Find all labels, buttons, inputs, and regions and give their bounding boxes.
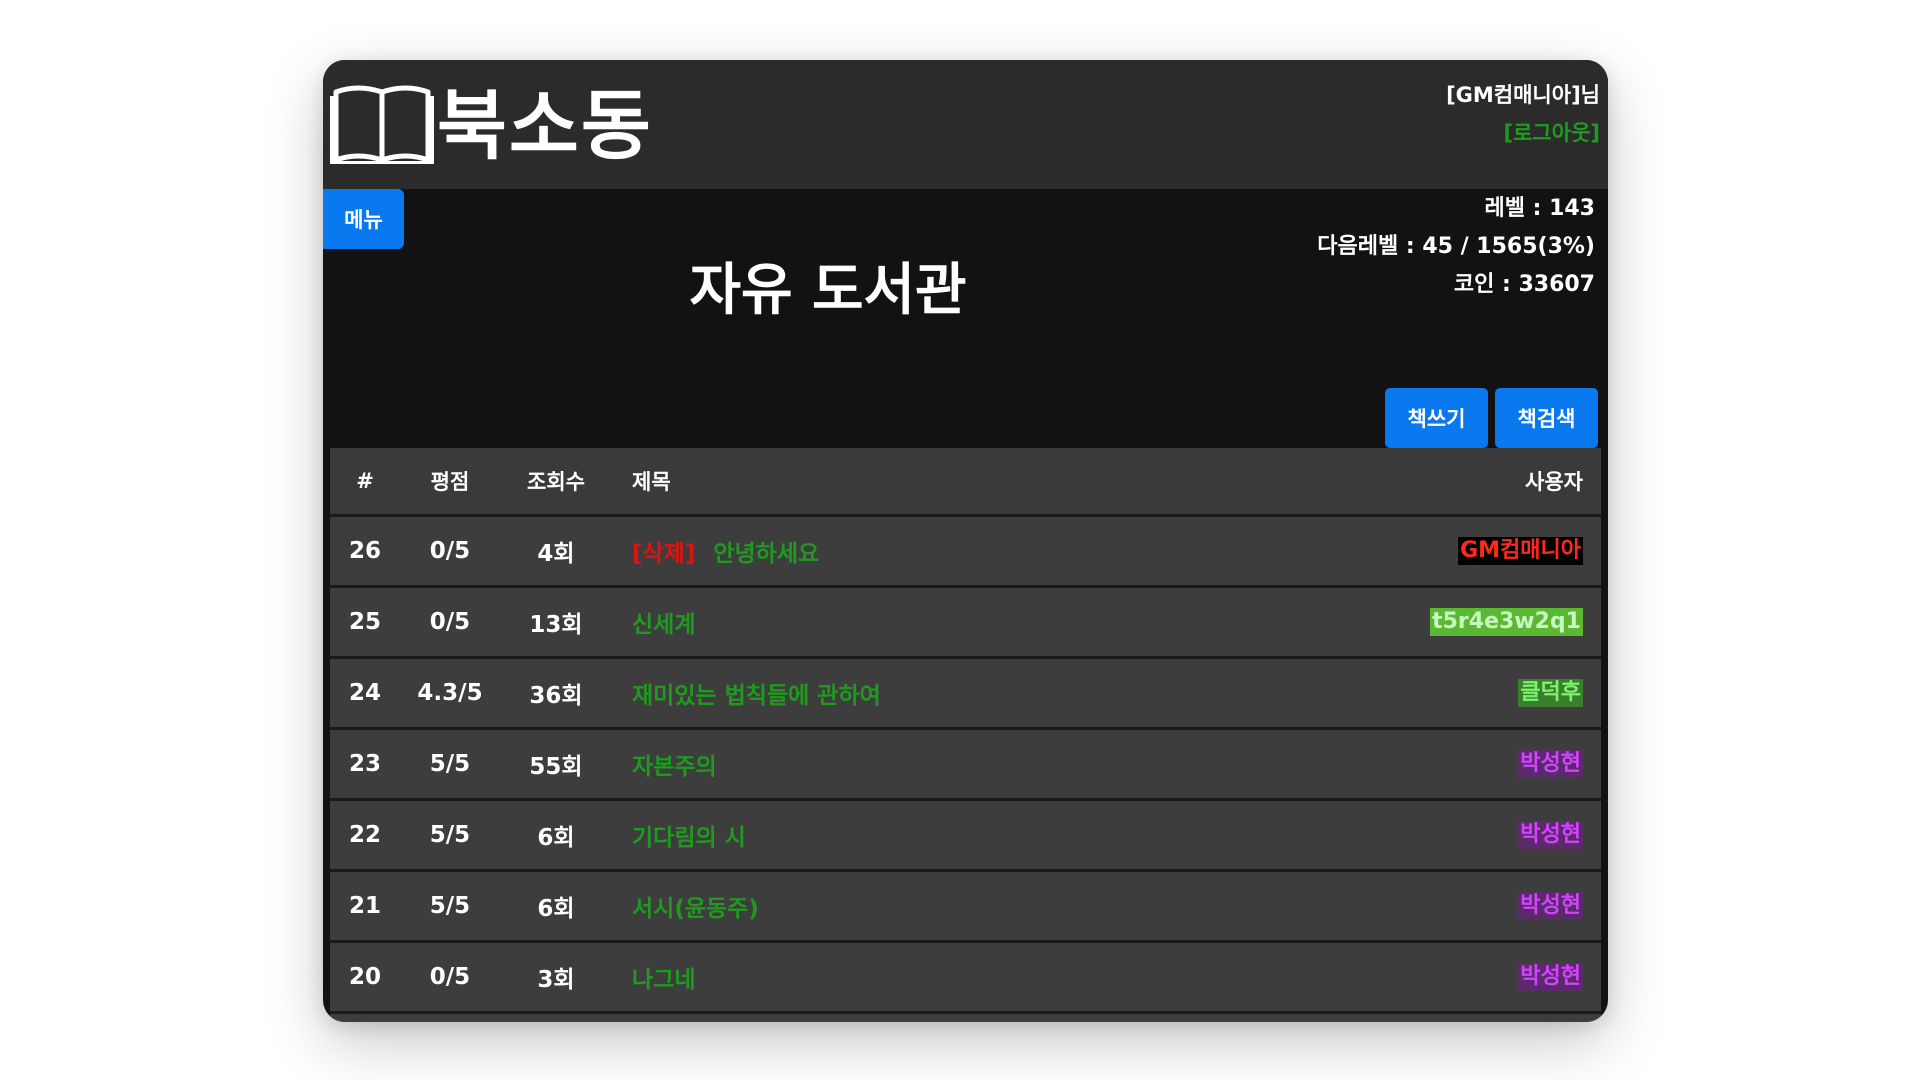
user-badge[interactable]: 클덕후 bbox=[1518, 679, 1583, 707]
row-rating: 0/5 bbox=[429, 964, 471, 990]
row-title[interactable]: 기다림의 시 bbox=[632, 801, 1332, 869]
row-rating: 5/5 bbox=[429, 822, 471, 848]
row-rating: 0/5 bbox=[429, 609, 471, 635]
level-stat: 레벨 : 143 bbox=[1484, 196, 1595, 221]
row-title-text[interactable]: 기다림의 시 bbox=[632, 818, 746, 852]
app-window: 북소동 [GM컴매니아]님 [로그아웃] 메뉴 레벨 : 143 다음레벨 : … bbox=[323, 60, 1608, 1022]
table-row[interactable]: 26 0/5 4회 [삭제] 안녕하세요 GM컴매니아 bbox=[330, 517, 1601, 588]
user-badge[interactable]: 박성현 bbox=[1518, 892, 1583, 920]
row-title[interactable]: 자본주의 bbox=[632, 730, 1332, 798]
row-views: 13회 bbox=[529, 612, 583, 638]
row-views: 4회 bbox=[537, 541, 575, 567]
row-title[interactable]: 신세계 bbox=[632, 588, 1332, 656]
row-rating: 5/5 bbox=[429, 893, 471, 919]
row-number: 22 bbox=[348, 822, 381, 848]
table-row[interactable]: 20 0/5 3회 나그네 박성현 bbox=[330, 943, 1601, 1014]
open-book-icon[interactable] bbox=[330, 82, 434, 164]
next-level-stat: 다음레벨 : 45 / 1565(3%) bbox=[1317, 234, 1595, 259]
write-book-button[interactable]: 책쓰기 bbox=[1385, 388, 1488, 448]
row-title[interactable]: 재미있는 법칙들에 관하여 bbox=[632, 659, 1332, 727]
row-user[interactable]: GM컴매니아 bbox=[1458, 517, 1583, 585]
brand-name[interactable]: 북소동 bbox=[437, 78, 653, 174]
menu-button[interactable]: 메뉴 bbox=[323, 189, 404, 249]
row-title-text[interactable]: 서시(윤동주) bbox=[632, 889, 759, 923]
user-badge[interactable]: 박성현 bbox=[1518, 821, 1583, 849]
table-row[interactable]: 25 0/5 13회 신세계 t5r4e3w2q1 bbox=[330, 588, 1601, 659]
column-header-rating: 평점 bbox=[430, 470, 470, 494]
column-header-title: 제목 bbox=[632, 470, 671, 494]
column-header-views: 조회수 bbox=[527, 470, 585, 494]
row-title-text[interactable]: 안녕하세요 bbox=[713, 534, 819, 568]
row-views: 36회 bbox=[529, 683, 583, 709]
row-user[interactable]: 클덕후 bbox=[1518, 659, 1583, 727]
table-row[interactable]: 24 4.3/5 36회 재미있는 법칙들에 관하여 클덕후 bbox=[330, 659, 1601, 730]
page-title: 자유 도서관 bbox=[689, 258, 967, 323]
user-area: [GM컴매니아]님 [로그아웃] bbox=[1446, 76, 1600, 152]
column-header-user: 사용자 bbox=[1525, 470, 1583, 494]
table-row[interactable]: 22 5/5 6회 기다림의 시 박성현 bbox=[330, 801, 1601, 872]
row-views: 55회 bbox=[529, 754, 583, 780]
deleted-tag: [삭제] bbox=[632, 541, 696, 567]
row-number: 23 bbox=[348, 751, 381, 777]
row-views: 3회 bbox=[537, 967, 575, 993]
row-number: 20 bbox=[348, 964, 381, 990]
row-title-text[interactable]: 신세계 bbox=[632, 605, 695, 639]
logout-link[interactable]: [로그아웃] bbox=[1446, 114, 1600, 152]
row-rating: 0/5 bbox=[429, 538, 471, 564]
row-title-text[interactable]: 나그네 bbox=[632, 960, 695, 994]
row-number: 25 bbox=[348, 609, 381, 635]
row-number: 24 bbox=[348, 680, 381, 706]
book-table: # 평점 조회수 제목 사용자 26 0/5 4회 [삭제] 안녕하세요 GM컴… bbox=[330, 448, 1601, 1022]
column-header-number: # bbox=[356, 469, 374, 493]
row-rating: 5/5 bbox=[429, 751, 471, 777]
top-bar: 북소동 [GM컴매니아]님 [로그아웃] bbox=[323, 60, 1608, 189]
row-views: 6회 bbox=[537, 896, 575, 922]
coins-stat: 코인 : 33607 bbox=[1453, 272, 1595, 297]
row-user[interactable]: 박성현 bbox=[1518, 872, 1583, 940]
row-user[interactable]: t5r4e3w2q1 bbox=[1430, 588, 1583, 656]
search-book-button[interactable]: 책검색 bbox=[1495, 388, 1598, 448]
row-number: 26 bbox=[348, 538, 381, 564]
row-rating: 4.3/5 bbox=[417, 680, 483, 706]
row-user[interactable]: 박성현 bbox=[1518, 730, 1583, 798]
table-row[interactable]: 21 5/5 6회 서시(윤동주) 박성현 bbox=[330, 872, 1601, 943]
user-badge[interactable]: 박성현 bbox=[1518, 963, 1583, 991]
user-stats: 레벨 : 143 다음레벨 : 45 / 1565(3%) 코인 : 33607 bbox=[1317, 190, 1595, 304]
table-row[interactable]: 23 5/5 55회 자본주의 박성현 bbox=[330, 730, 1601, 801]
user-badge[interactable]: 박성현 bbox=[1518, 750, 1583, 778]
row-views: 6회 bbox=[537, 825, 575, 851]
user-badge[interactable]: t5r4e3w2q1 bbox=[1430, 608, 1583, 636]
row-title-text[interactable]: 재미있는 법칙들에 관하여 bbox=[632, 676, 881, 710]
user-badge[interactable]: GM컴매니아 bbox=[1458, 537, 1583, 565]
row-title-text[interactable]: 자본주의 bbox=[632, 747, 717, 781]
row-user[interactable]: 박성현 bbox=[1518, 943, 1583, 1011]
row-title[interactable]: [삭제] 안녕하세요 bbox=[632, 517, 1332, 585]
row-title[interactable]: 나그네 bbox=[632, 943, 1332, 1011]
table-header: # 평점 조회수 제목 사용자 bbox=[330, 448, 1601, 517]
username-label: [GM컴매니아]님 bbox=[1446, 83, 1600, 107]
row-title[interactable]: 서시(윤동주) bbox=[632, 872, 1332, 940]
row-user[interactable]: 박성현 bbox=[1518, 801, 1583, 869]
row-number: 21 bbox=[348, 893, 381, 919]
table-row-partial bbox=[330, 1014, 1601, 1022]
